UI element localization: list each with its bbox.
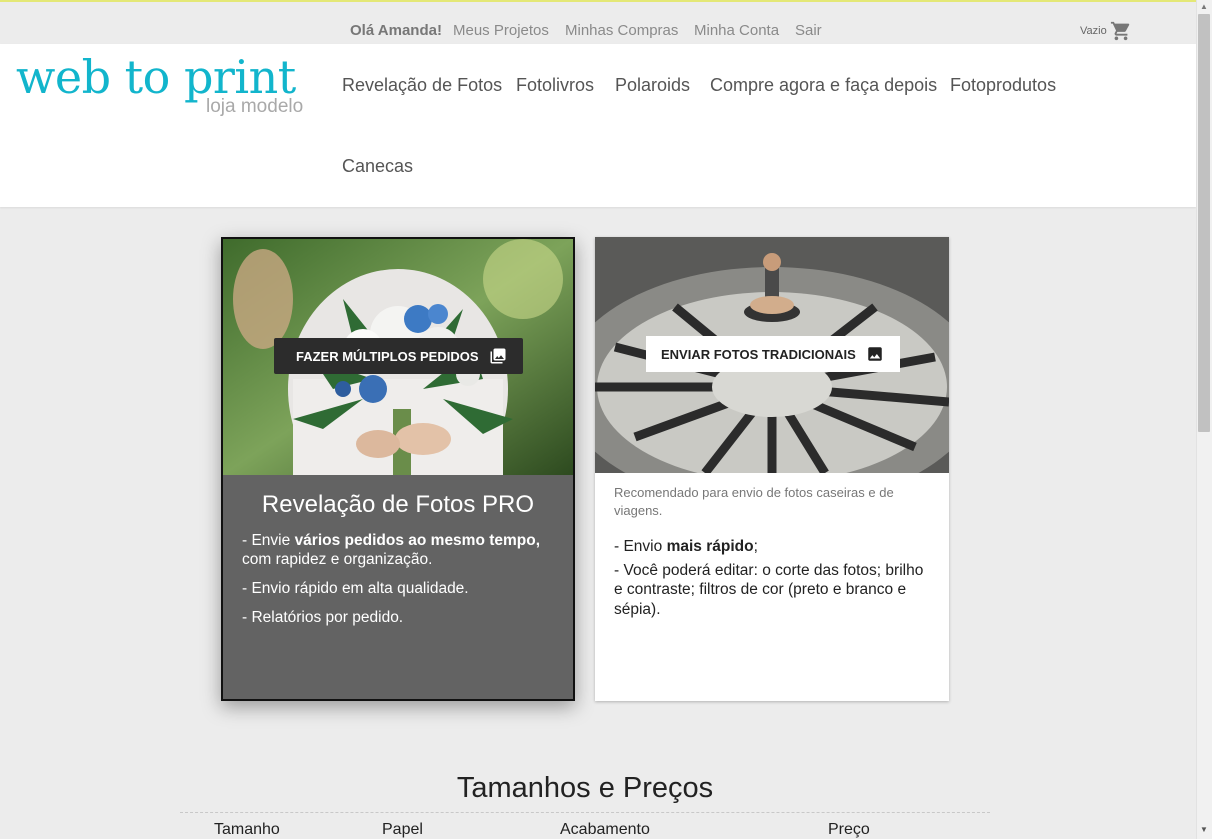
link-minhas-compras[interactable]: Minhas Compras xyxy=(565,22,678,39)
pro-feature-2: - Envio rápido em alta qualidade. xyxy=(242,580,469,597)
fazer-multiplos-pedidos-button[interactable]: FAZER MÚLTIPLOS PEDIDOS xyxy=(274,338,523,374)
col-papel: Papel xyxy=(382,821,423,838)
photo-library-icon xyxy=(490,348,505,364)
utility-bar: Olá Amanda! Meus Projetos Minhas Compras… xyxy=(0,2,1196,44)
cart-button[interactable]: Vazio xyxy=(1080,20,1132,42)
link-minha-conta[interactable]: Minha Conta xyxy=(694,22,779,39)
card-trad-features: - Envio mais rápido; - Você poderá edita… xyxy=(614,537,934,623)
logo[interactable]: web to print loja modelo xyxy=(16,48,303,117)
card-fotos-tradicionais[interactable]: ENVIAR FOTOS TRADICIONAIS Recomendado pa… xyxy=(595,237,949,701)
card-pro-features: - Envie vários pedidos ao mesmo tempo, c… xyxy=(242,531,542,637)
enviar-fotos-tradicionais-label: ENVIAR FOTOS TRADICIONAIS xyxy=(661,346,856,362)
col-acabamento: Acabamento xyxy=(560,821,650,838)
card-revelacao-pro[interactable]: FAZER MÚLTIPLOS PEDIDOS Revelação de Fot… xyxy=(221,237,575,701)
nav-revelacao-fotos[interactable]: Revelação de Fotos xyxy=(342,75,502,96)
pricing-title: Tamanhos e Preços xyxy=(456,772,714,804)
fazer-multiplos-pedidos-label: FAZER MÚLTIPLOS PEDIDOS xyxy=(296,348,479,364)
nav-canecas[interactable]: Canecas xyxy=(342,156,413,177)
col-tamanho: Tamanho xyxy=(214,821,280,838)
trad-feature-2: - Você poderá editar: o corte das fotos;… xyxy=(614,561,924,618)
scrollbar-thumb[interactable] xyxy=(1198,14,1210,432)
col-preco: Preço xyxy=(828,821,870,838)
card-trad-recommendation: Recomendado para envio de fotos caseiras… xyxy=(614,485,894,518)
card-pro-title: Revelação de Fotos PRO xyxy=(261,491,535,518)
nav-compre-agora[interactable]: Compre agora e faça depois xyxy=(710,75,937,96)
scroll-down-icon[interactable]: ▼ xyxy=(1198,825,1210,835)
greeting-text: Olá Amanda! xyxy=(350,22,442,39)
pro-feature-1: - Envie vários pedidos ao mesmo tempo, c… xyxy=(242,532,541,568)
link-meus-projetos[interactable]: Meus Projetos xyxy=(453,22,549,39)
logo-sub-text: loja modelo xyxy=(206,96,304,117)
scroll-up-icon[interactable]: ▲ xyxy=(1198,2,1210,12)
link-sair[interactable]: Sair xyxy=(795,22,822,39)
cart-icon xyxy=(1110,21,1129,41)
nav-fotoprodutos[interactable]: Fotoprodutos xyxy=(950,75,1056,96)
nav-fotolivros[interactable]: Fotolivros xyxy=(516,75,594,96)
cart-label: Vazio xyxy=(1080,25,1107,37)
site-header: web to print loja modelo Revelação de Fo… xyxy=(0,44,1196,207)
pro-feature-3: - Relatórios por pedido. xyxy=(242,609,404,626)
nav-polaroids[interactable]: Polaroids xyxy=(615,75,690,96)
enviar-fotos-tradicionais-button[interactable]: ENVIAR FOTOS TRADICIONAIS xyxy=(646,336,900,372)
image-icon xyxy=(868,347,882,361)
trad-feature-1: - Envio mais rápido; xyxy=(614,538,758,555)
pricing-divider xyxy=(180,812,990,813)
